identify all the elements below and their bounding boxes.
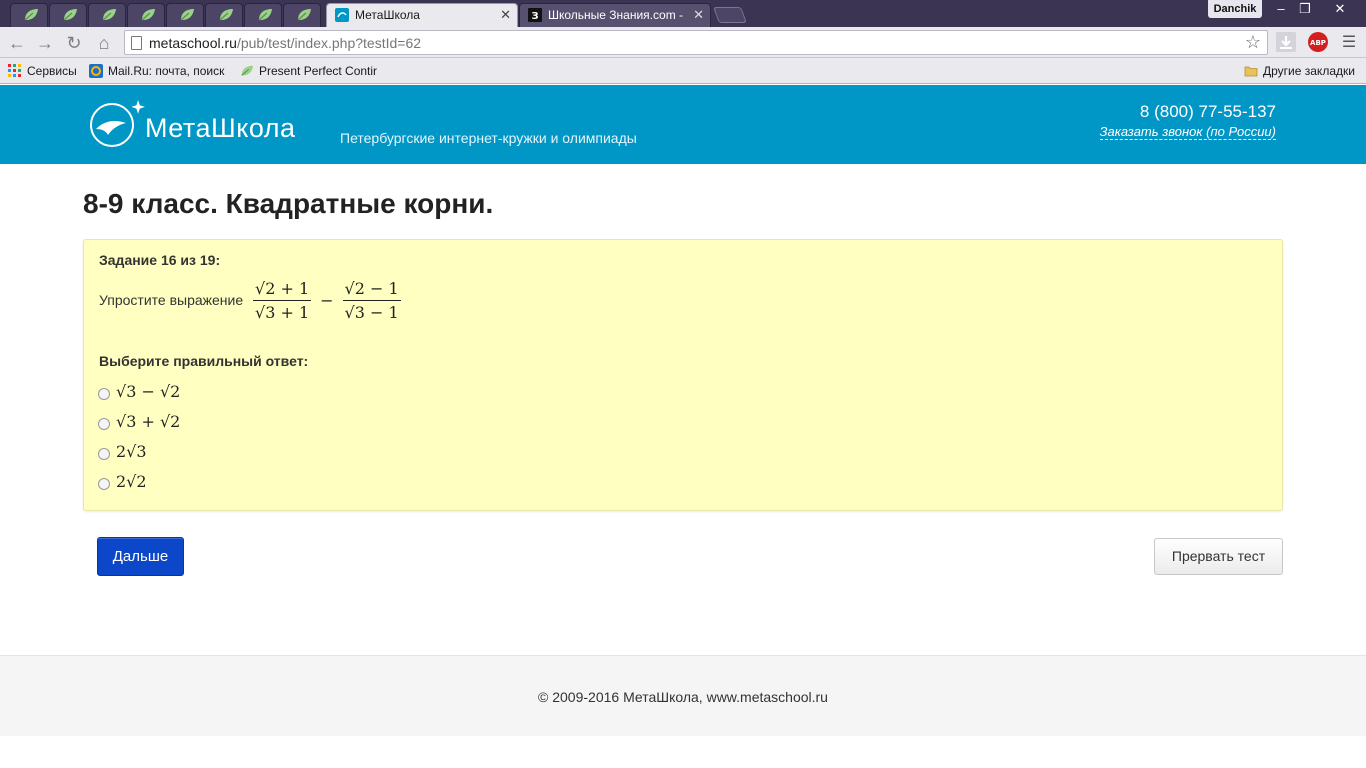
bookmark-other[interactable]: Другие закладки (1244, 63, 1355, 79)
pinned-tab[interactable] (244, 3, 282, 27)
menu-icon[interactable]: ☰ (1338, 32, 1360, 54)
answer-text[interactable]: 2√3 (116, 442, 147, 461)
answer-option-1[interactable]: √3 − √2 (98, 380, 180, 402)
download-icon[interactable] (1275, 31, 1297, 53)
site-header: МетаШкола Петербургские интернет-кружки … (0, 85, 1366, 164)
answer-text[interactable]: √3 + √2 (116, 412, 180, 431)
leaf-icon (241, 65, 254, 76)
answer-text[interactable]: √3 − √2 (116, 382, 180, 401)
answer-option-4[interactable]: 2√2 (98, 470, 147, 492)
callback-link[interactable]: Заказать звонок (по России) (1099, 124, 1276, 140)
page-title: 8-9 класс. Квадратные корни. (83, 188, 494, 219)
close-tab-icon[interactable]: ✕ (693, 7, 704, 23)
tab-title: Школьные Знания.com - (548, 8, 684, 22)
pinned-tab[interactable] (205, 3, 243, 27)
leaf-icon (141, 9, 155, 21)
task-formula: √2 + 1 √3 + 1 − √2 − 1 √3 − 1 (250, 276, 404, 324)
radio-button[interactable] (98, 448, 110, 460)
fraction-1-denominator: √3 + 1 (255, 302, 310, 322)
leaf-icon (180, 9, 194, 21)
task-panel: Задание 16 из 19: Упростите выражение √2… (83, 239, 1283, 511)
task-text: Упростите выражение (99, 292, 244, 308)
adblock-icon[interactable]: ABP (1307, 31, 1329, 53)
reload-icon[interactable]: ↻ (63, 32, 85, 54)
znania-favicon-icon: З (528, 8, 542, 22)
fraction-1-numerator: √2 + 1 (255, 278, 310, 298)
site-tagline: Петербургские интернет-кружки и олимпиад… (340, 130, 637, 146)
pinned-tab[interactable] (88, 3, 126, 27)
pinned-tab[interactable] (127, 3, 165, 27)
answer-text[interactable]: 2√2 (116, 472, 147, 491)
fraction-bar (253, 299, 312, 301)
minimize-button[interactable]: – (1270, 0, 1292, 18)
site-footer: © 2009-2016 МетаШкола, www.metaschool.ru (0, 655, 1366, 736)
url-host: metaschool.ru (149, 35, 237, 51)
radio-button[interactable] (98, 418, 110, 430)
pinned-tab[interactable] (283, 3, 321, 27)
footer-copyright: © 2009-2016 МетаШкола, www.metaschool.ru (538, 689, 828, 705)
restore-button[interactable]: ❐ (1294, 0, 1316, 18)
bookmark-label: Сервисы (27, 64, 77, 78)
bookmark-mailru[interactable]: Mail.Ru: почта, поиск (89, 63, 224, 79)
bookmark-label: Другие закладки (1263, 64, 1355, 78)
adblock-label: ABP (1310, 39, 1326, 47)
next-button[interactable]: Дальше (97, 537, 184, 576)
fraction-bar (342, 299, 401, 301)
profile-button[interactable]: Danchik (1208, 0, 1262, 18)
task-number: Задание 16 из 19: (99, 252, 221, 268)
pinned-tab[interactable] (10, 3, 48, 27)
close-tab-icon[interactable]: ✕ (500, 7, 511, 23)
answer-option-2[interactable]: √3 + √2 (98, 410, 180, 432)
bookmark-label: Present Perfect Contir (259, 64, 378, 78)
fraction-2: √2 − 1 √3 − 1 (342, 278, 401, 322)
pinned-tab[interactable] (166, 3, 204, 27)
choose-answer-label: Выберите правильный ответ: (99, 353, 309, 369)
leaf-icon (24, 9, 38, 21)
svg-text:З: З (532, 11, 539, 22)
abort-test-button[interactable]: Прервать тест (1154, 538, 1283, 575)
formula-operator: − (320, 290, 334, 310)
tab-znania[interactable]: З Школьные Знания.com - ✕ (519, 3, 711, 27)
page-icon (131, 36, 142, 50)
forward-arrow-icon[interactable]: → (34, 32, 56, 54)
fraction-2-denominator: √3 − 1 (344, 302, 399, 322)
metaschool-logo-icon[interactable] (88, 99, 148, 149)
phone-number: 8 (800) 77-55-137 (1139, 102, 1276, 121)
metaschool-favicon-icon (335, 8, 349, 22)
close-window-button[interactable]: ✕ (1318, 0, 1362, 18)
home-icon[interactable]: ⌂ (93, 32, 115, 54)
leaf-icon (258, 9, 272, 21)
bookmarks-bar: Сервисы Mail.Ru: почта, поиск Present Pe… (0, 58, 1366, 84)
back-arrow-icon[interactable]: ← (6, 32, 28, 54)
new-tab-button[interactable] (713, 7, 747, 23)
mailru-at-icon (89, 64, 103, 78)
folder-icon (1244, 66, 1258, 77)
bookmark-star-icon[interactable]: ☆ (1245, 32, 1261, 53)
bookmark-label: Mail.Ru: почта, поиск (108, 64, 225, 78)
logo-text[interactable]: МетаШкола (145, 113, 296, 144)
answer-option-3[interactable]: 2√3 (98, 440, 147, 462)
radio-button[interactable] (98, 388, 110, 400)
leaf-icon (102, 9, 116, 21)
bookmark-services[interactable]: Сервисы (8, 63, 77, 79)
tab-title: МетаШкола (355, 8, 420, 22)
leaf-icon (219, 9, 233, 21)
url-path: /pub/test/index.php?testId=62 (236, 35, 422, 51)
leaf-icon (63, 9, 77, 21)
browser-toolbar: ← → ↻ ⌂ metaschool.ru/pub/test/index.php… (0, 27, 1366, 58)
url-text[interactable]: metaschool.ru/pub/test/index.php?testId=… (149, 35, 421, 51)
fraction-2-numerator: √2 − 1 (344, 278, 399, 298)
fraction-1: √2 + 1 √3 + 1 (253, 278, 312, 322)
leaf-icon (297, 9, 311, 21)
browser-tabstrip: МетаШкола ✕ З Школьные Знания.com - ✕ Da… (0, 0, 1366, 28)
radio-button[interactable] (98, 478, 110, 490)
apps-grid-icon (8, 64, 21, 77)
bookmark-present-perfect[interactable]: Present Perfect Contir (240, 63, 377, 79)
pinned-tab[interactable] (49, 3, 87, 27)
address-bar[interactable]: metaschool.ru/pub/test/index.php?testId=… (124, 30, 1268, 55)
tab-metaschool[interactable]: МетаШкола ✕ (326, 3, 518, 28)
